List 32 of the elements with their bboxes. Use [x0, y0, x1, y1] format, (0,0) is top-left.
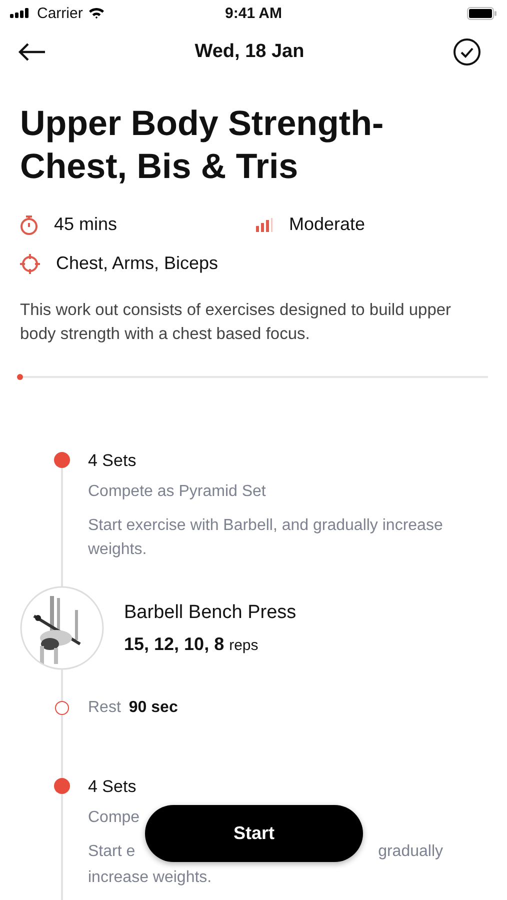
rest-duration: 90 sec	[128, 699, 178, 717]
set-count: 4 Sets	[88, 450, 138, 472]
wifi-icon	[88, 7, 105, 19]
crosshair-icon	[20, 254, 40, 274]
timeline-dot	[54, 778, 70, 794]
muscles-text: Chest, Arms, Biceps	[56, 253, 218, 274]
status-time: 9:41 AM	[225, 4, 282, 22]
set-type: Compe	[88, 809, 140, 826]
start-button[interactable]: Start	[145, 805, 363, 862]
duration-text: 45 mins	[54, 214, 118, 235]
back-arrow-icon[interactable]	[18, 43, 46, 61]
difficulty-bars-icon	[255, 218, 273, 232]
set-instructions: increase weights.	[88, 869, 212, 886]
timeline-dot	[54, 452, 70, 468]
rest-label: Rest	[88, 698, 121, 718]
reps-unit: reps	[229, 636, 258, 654]
stopwatch-icon	[20, 214, 38, 234]
battery-icon	[467, 6, 497, 20]
exercise-name: Barbell Bench Press	[124, 602, 296, 624]
set-instructions: Start e	[88, 842, 136, 862]
timeline-ring	[55, 701, 69, 715]
difficulty-text: Moderate	[289, 214, 366, 235]
workout-description: This work out consists of exercises designed to build upper body strength with a chest based focus.	[20, 300, 452, 345]
checkmark-circle-icon[interactable]	[452, 38, 481, 66]
set-type: Compete as Pyramid Set	[88, 482, 267, 502]
carrier-name: Carrier	[37, 4, 83, 22]
date-title: Wed, 18 Jan	[194, 41, 304, 63]
set-count: 4 Sets	[88, 776, 138, 798]
set-instructions: gradually	[378, 842, 443, 862]
set-instructions: Start exercise with Barbell, and gradually increase weights.	[88, 516, 444, 560]
workout-title: Upper Body Strength-Chest, Bis & Tris	[20, 103, 385, 188]
reps-values: 15, 12, 10, 8	[124, 634, 224, 654]
